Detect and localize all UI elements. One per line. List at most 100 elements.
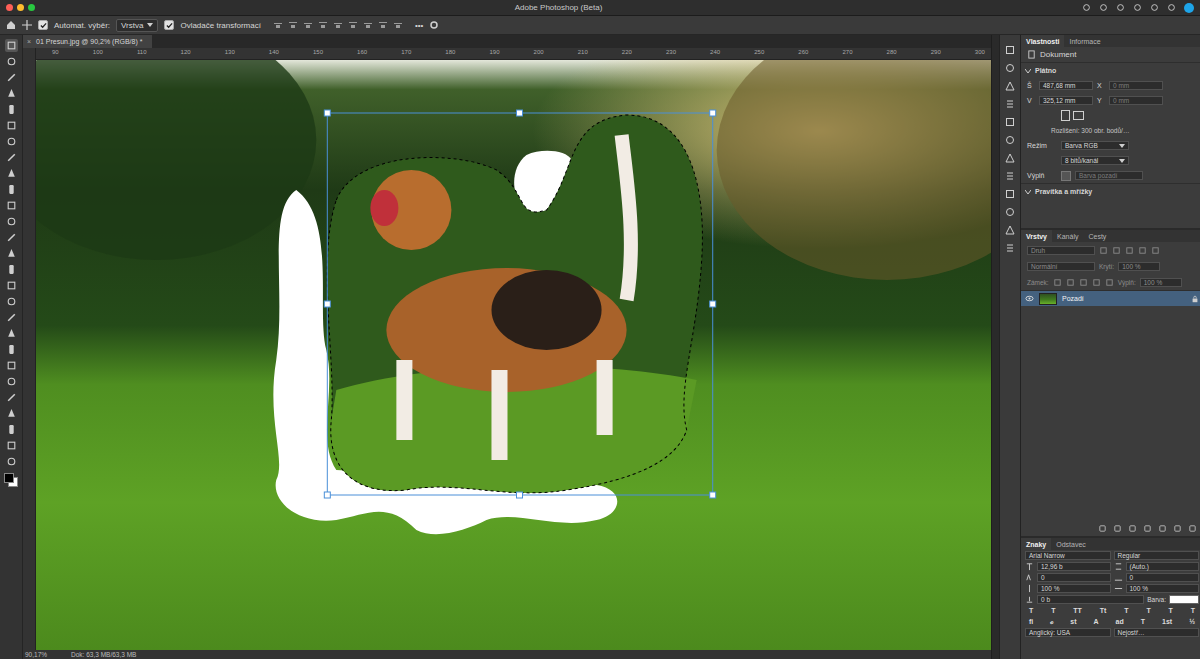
opentype-button[interactable]: ad [1116, 618, 1124, 625]
eye-icon[interactable] [1025, 294, 1034, 303]
panel-shortcut-icon[interactable] [1005, 81, 1015, 91]
close-tab-button[interactable]: × [27, 38, 31, 45]
toolbar-action-icon[interactable] [1099, 3, 1108, 12]
text-style-button[interactable]: T [1029, 607, 1033, 614]
mode-dropdown[interactable]: Barva RGB [1061, 141, 1129, 150]
layer-action-icon[interactable] [1098, 524, 1107, 533]
tool-icon[interactable] [5, 311, 18, 324]
filter-icon[interactable] [1112, 246, 1121, 255]
size-field[interactable]: 487,68 mm [1039, 81, 1093, 90]
more-options-button[interactable]: ••• [415, 21, 423, 30]
panel-tab[interactable]: Informace [1064, 35, 1105, 47]
transform-box[interactable] [327, 113, 712, 495]
align-icon[interactable] [318, 20, 328, 30]
opentype-button[interactable]: fi [1029, 618, 1033, 625]
tool-icon[interactable] [5, 55, 18, 68]
toolbar-action-icon[interactable] [1167, 3, 1176, 12]
align-icon[interactable] [273, 20, 283, 30]
antialias-dropdown[interactable]: Nejostř… [1114, 628, 1200, 637]
layer-action-icon[interactable] [1188, 524, 1197, 533]
panel-shortcut-icon[interactable] [1005, 225, 1015, 235]
align-icon[interactable] [378, 20, 388, 30]
filter-icon[interactable] [1099, 246, 1108, 255]
horizontal-scale-field[interactable]: 100 % [1126, 584, 1200, 593]
auto-select-checkbox[interactable] [38, 20, 48, 30]
align-icon[interactable] [363, 20, 373, 30]
panel-tab[interactable]: Vrstvy [1021, 230, 1052, 242]
tool-icon[interactable] [5, 423, 18, 436]
panel-shortcut-icon[interactable] [1005, 171, 1015, 181]
baseline-shift-field[interactable]: 0 b [1037, 595, 1144, 604]
toolbar-action-icon[interactable] [1082, 3, 1091, 12]
lock-option-icon[interactable] [1092, 278, 1101, 287]
tool-icon[interactable] [5, 231, 18, 244]
transform-controls-checkbox[interactable] [164, 20, 174, 30]
tool-icon[interactable] [5, 119, 18, 132]
tool-icon[interactable] [5, 215, 18, 228]
foreground-color-swatch[interactable] [4, 473, 14, 483]
lock-option-icon[interactable] [1079, 278, 1088, 287]
text-style-button[interactable]: T [1051, 607, 1055, 614]
panel-shortcut-icon[interactable] [1005, 243, 1015, 253]
home-icon[interactable] [6, 20, 16, 30]
panel-shortcut-icon[interactable] [1005, 99, 1015, 109]
blend-mode-dropdown[interactable]: Normální [1027, 262, 1095, 271]
align-icon[interactable] [348, 20, 358, 30]
panel-shortcut-icon[interactable] [1005, 45, 1015, 55]
tool-icon[interactable] [5, 375, 18, 388]
move-tool-icon[interactable] [22, 20, 32, 30]
text-style-button[interactable]: T [1169, 607, 1173, 614]
close-button[interactable] [6, 4, 13, 11]
opentype-button[interactable]: ℴ [1050, 617, 1053, 626]
size-field[interactable]: 325,12 mm [1039, 96, 1093, 105]
panel-shortcut-icon[interactable] [1005, 153, 1015, 163]
font-size-field[interactable]: 12,96 b [1037, 562, 1111, 571]
opentype-button[interactable]: 1st [1162, 618, 1172, 625]
tool-icon[interactable] [5, 39, 18, 52]
opentype-button[interactable]: ½ [1189, 618, 1195, 625]
layer-row[interactable]: Pozadí [1021, 291, 1200, 306]
text-style-button[interactable]: T [1124, 607, 1128, 614]
tracking-field[interactable]: 0 [1126, 573, 1200, 582]
toolbar-action-icon[interactable] [1116, 3, 1125, 12]
text-color-swatch[interactable] [1169, 595, 1199, 604]
tool-icon[interactable] [5, 151, 18, 164]
fill-dropdown[interactable]: Barva pozadí [1075, 171, 1143, 180]
lock-option-icon[interactable] [1053, 278, 1062, 287]
tool-icon[interactable] [5, 135, 18, 148]
layer-action-icon[interactable] [1113, 524, 1122, 533]
filter-dropdown[interactable]: Druh [1027, 246, 1095, 255]
tool-icon[interactable] [5, 199, 18, 212]
zoom-level[interactable]: 90,17% [25, 651, 51, 658]
tool-icon[interactable] [5, 295, 18, 308]
panel-shortcut-icon[interactable] [1005, 189, 1015, 199]
tool-icon[interactable] [5, 71, 18, 84]
opentype-button[interactable]: st [1070, 618, 1076, 625]
portrait-button[interactable] [1061, 110, 1070, 121]
opentype-button[interactable]: A [1094, 618, 1099, 625]
filter-icon[interactable] [1138, 246, 1147, 255]
moved-selection[interactable] [327, 115, 702, 493]
tool-icon[interactable] [5, 391, 18, 404]
account-icon[interactable] [1184, 3, 1194, 13]
panel-tab[interactable]: Cesty [1083, 230, 1111, 242]
align-icon[interactable] [333, 20, 343, 30]
filter-icon[interactable] [1125, 246, 1134, 255]
leading-field[interactable]: (Auto.) [1126, 562, 1200, 571]
opentype-button[interactable]: T [1141, 618, 1145, 625]
layer-action-icon[interactable] [1128, 524, 1137, 533]
depth-dropdown[interactable]: 8 bitů/kanál [1061, 156, 1129, 165]
auto-select-dropdown[interactable]: Vrstva [116, 19, 158, 32]
font-style-dropdown[interactable]: Regular [1114, 551, 1200, 560]
tool-icon[interactable] [5, 359, 18, 372]
align-icon[interactable] [393, 20, 403, 30]
layer-action-icon[interactable] [1173, 524, 1182, 533]
filter-icon[interactable] [1151, 246, 1160, 255]
document-tab[interactable]: ×01 Presun.jpg @ 90,2% (RGB/8) * [23, 35, 152, 48]
opacity-field[interactable]: 100 % [1118, 262, 1160, 271]
tool-icon[interactable] [5, 247, 18, 260]
toolbar-action-icon[interactable] [1150, 3, 1159, 12]
canvas-section-header[interactable]: Plátno [1021, 62, 1200, 78]
vertical-scrollbar[interactable] [991, 35, 999, 659]
landscape-button[interactable] [1073, 111, 1084, 120]
